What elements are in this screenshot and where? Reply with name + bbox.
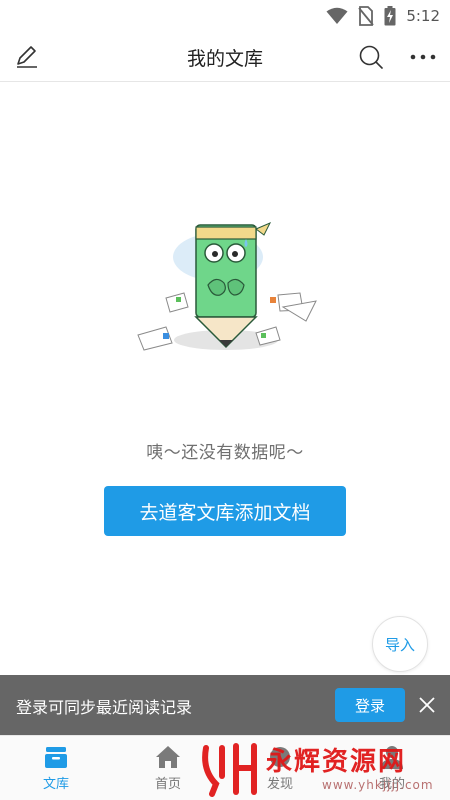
nav-label: 首页	[154, 777, 181, 792]
nav-item-library[interactable]: 文库	[26, 744, 86, 796]
status-time: 5:12	[406, 7, 440, 25]
more-icon	[410, 54, 436, 60]
watermark-url: www.yhkjjjj.com	[322, 778, 434, 792]
home-icon	[156, 746, 180, 768]
app-header: 我的文库	[0, 32, 450, 82]
status-icons: 5:12	[326, 6, 440, 26]
library-icon	[45, 747, 67, 768]
wifi-icon	[326, 7, 348, 24]
watermark-title: 永辉资源网	[266, 747, 407, 777]
nav-label: 文库	[42, 777, 69, 792]
watermark: 永辉资源网 www.yhkjjjj.com	[200, 740, 450, 798]
import-button[interactable]: 导入	[372, 616, 428, 672]
add-documents-button[interactable]: 去道客文库添加文档	[104, 486, 346, 536]
no-sim-icon	[358, 6, 375, 26]
more-button[interactable]	[408, 42, 438, 72]
empty-pencil-illustration	[137, 222, 317, 351]
login-banner-text: 登录可同步最近阅读记录	[16, 698, 193, 717]
login-button[interactable]: 登录	[335, 688, 405, 722]
empty-state-message: 咦～还没有数据呢～	[146, 443, 304, 463]
search-button[interactable]	[356, 42, 386, 72]
battery-charging-icon	[384, 6, 396, 26]
status-bar: 5:12	[0, 0, 450, 32]
watermark-text: 永辉资源网 www.yhkjjjj.com	[266, 746, 434, 792]
search-icon	[359, 45, 383, 69]
watermark-logo	[202, 743, 257, 797]
close-icon[interactable]	[416, 694, 438, 716]
nav-item-home[interactable]: 首页	[138, 744, 198, 796]
login-banner: 登录可同步最近阅读记录 登录	[0, 675, 450, 735]
